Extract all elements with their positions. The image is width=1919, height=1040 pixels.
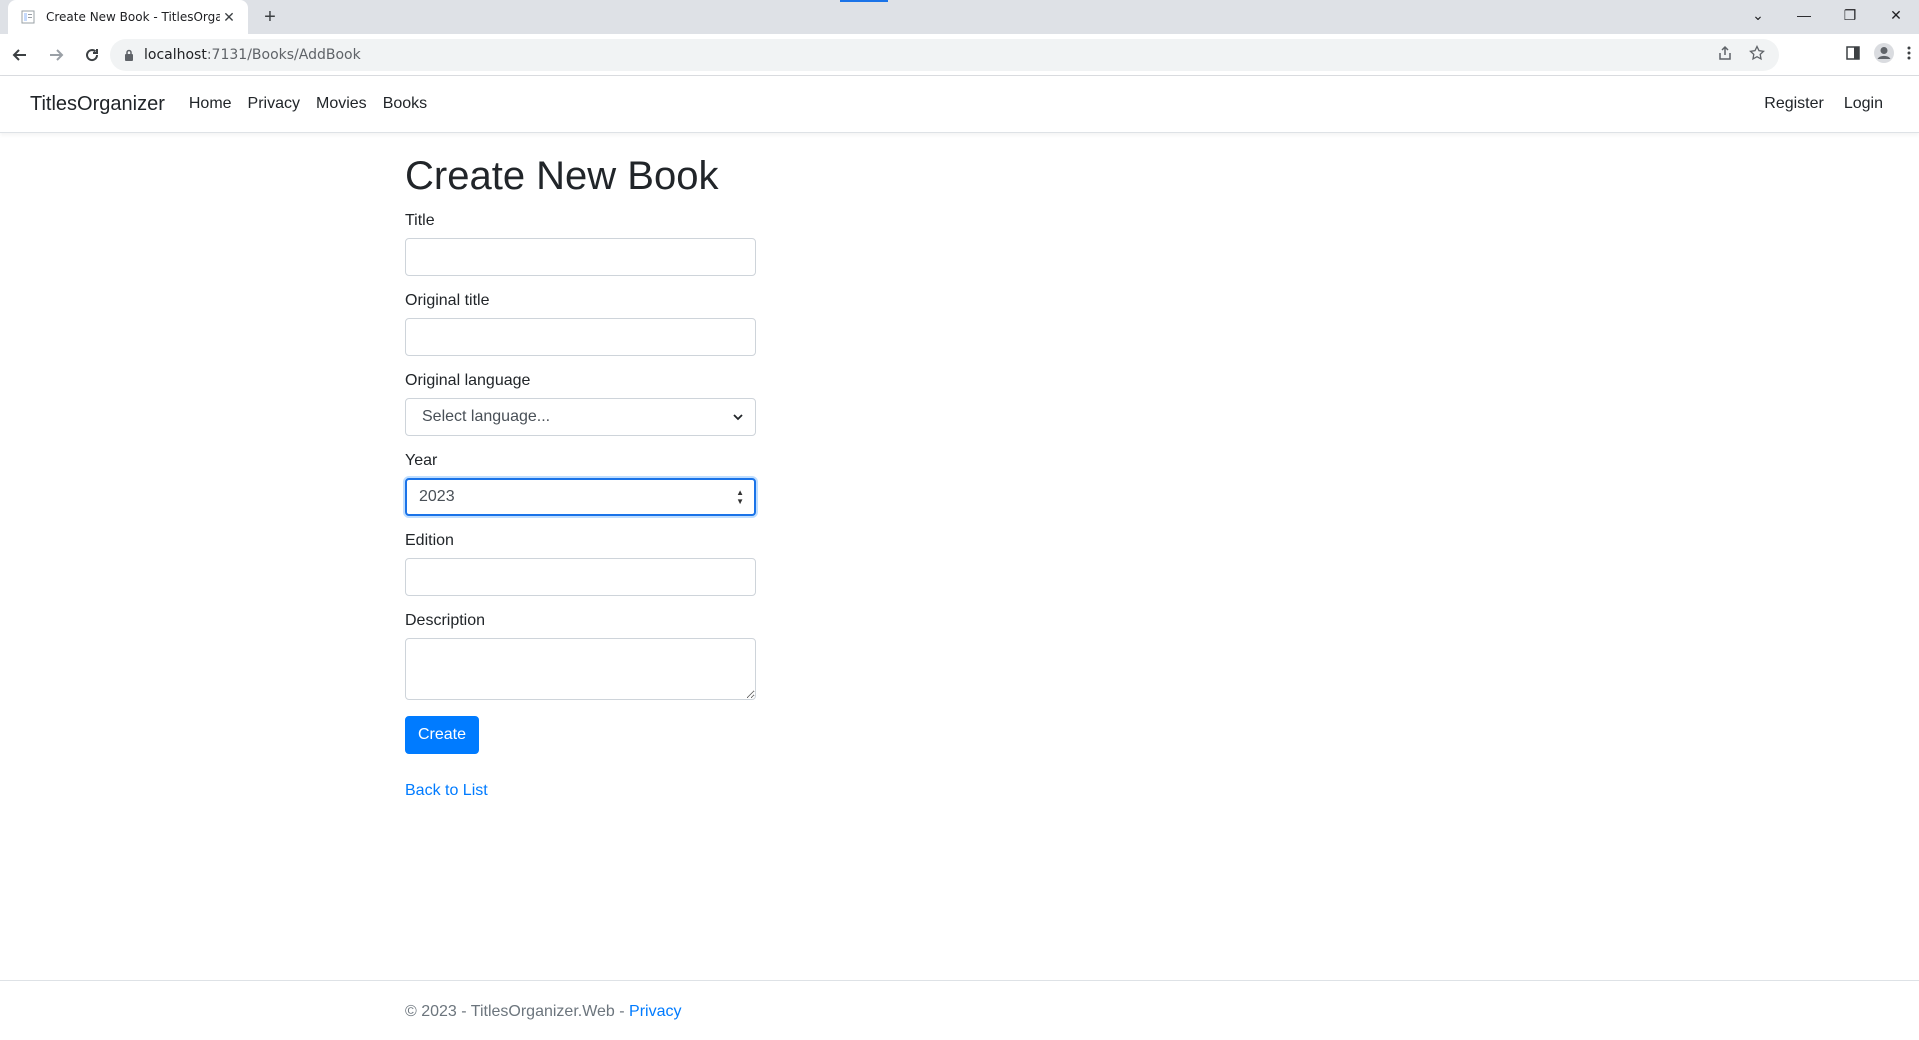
language-label: Original language (405, 372, 531, 389)
create-book-form: Create New Book Title Original title Ori… (405, 152, 757, 800)
nav-link-privacy[interactable]: Privacy (248, 95, 300, 113)
number-spinner-icon[interactable]: ▲ ▼ (736, 488, 744, 506)
brand-link[interactable]: TitlesOrganizer (30, 93, 165, 116)
original-title-group: Original title (405, 292, 757, 356)
url-host: localhost (144, 47, 207, 63)
forward-arrow-icon[interactable] (40, 39, 72, 71)
edition-label: Edition (405, 532, 454, 549)
minimize-icon[interactable]: — (1781, 0, 1827, 30)
window-controls: ⌄ — ❐ ✕ (1735, 0, 1919, 34)
restore-icon[interactable]: ❐ (1827, 0, 1873, 30)
footer: © 2023 - TitlesOrganizer.Web - Privacy (0, 980, 1919, 1040)
tab-strip-indicator (840, 0, 888, 2)
lock-icon (124, 49, 134, 61)
chevron-down-icon (733, 408, 743, 426)
side-panel-icon[interactable] (1845, 45, 1861, 66)
edition-group: Edition (405, 532, 757, 596)
more-vert-icon[interactable] (1907, 45, 1911, 66)
browser-toolbar-right (1845, 39, 1911, 71)
login-link[interactable]: Login (1844, 95, 1883, 113)
address-bar: localhost:7131/Books/AddBook (0, 34, 1919, 76)
original-title-label: Original title (405, 292, 490, 309)
nav-link-movies[interactable]: Movies (316, 95, 367, 113)
footer-copyright: © 2023 - TitlesOrganizer.Web - (405, 1003, 630, 1020)
tab-title: Create New Book - TitlesOrganizer (46, 10, 220, 24)
year-group: Year 2023 ▲ ▼ (405, 452, 757, 516)
footer-text: © 2023 - TitlesOrganizer.Web - Privacy (405, 1003, 681, 1021)
edition-input[interactable] (405, 558, 756, 596)
nav-link-home[interactable]: Home (189, 95, 232, 113)
share-icon[interactable] (1717, 45, 1733, 65)
language-select[interactable]: Select language... (405, 398, 756, 436)
title-group: Title (405, 212, 757, 276)
title-label: Title (405, 212, 435, 229)
title-input[interactable] (405, 238, 756, 276)
language-group: Original language Select language... (405, 372, 757, 436)
page-title: Create New Book (405, 154, 719, 198)
chevron-down-icon[interactable]: ⌄ (1735, 0, 1781, 30)
year-value: 2023 (419, 488, 455, 505)
original-title-input[interactable] (405, 318, 756, 356)
year-label: Year (405, 452, 438, 469)
browser-tab[interactable]: Create New Book - TitlesOrganizer ✕ (8, 0, 248, 34)
back-to-list-link[interactable]: Back to List (405, 782, 488, 800)
star-icon[interactable] (1749, 44, 1765, 65)
site-navbar: TitlesOrganizer Home Privacy Movies Book… (0, 76, 1919, 133)
close-icon[interactable]: ✕ (220, 8, 238, 26)
url-path: :7131/Books/AddBook (206, 47, 361, 63)
description-textarea[interactable] (405, 638, 756, 700)
reload-icon[interactable] (76, 39, 108, 71)
year-input[interactable]: 2023 ▲ ▼ (405, 478, 756, 516)
url-field[interactable]: localhost:7131/Books/AddBook (110, 39, 1779, 71)
browser-tab-bar: Create New Book - TitlesOrganizer ✕ + ⌄ … (0, 0, 1919, 34)
nav-links: Home Privacy Movies Books (189, 95, 427, 113)
plus-icon[interactable]: + (258, 5, 282, 29)
close-window-icon[interactable]: ✕ (1873, 0, 1919, 30)
page-icon (20, 9, 36, 25)
nav-link-books[interactable]: Books (383, 95, 427, 113)
back-arrow-icon[interactable] (4, 39, 36, 71)
description-group: Description (405, 612, 757, 700)
create-button[interactable]: Create (405, 716, 480, 754)
description-label: Description (405, 612, 486, 629)
footer-privacy-link[interactable]: Privacy (629, 1003, 681, 1020)
language-selected-value: Select language... (422, 408, 551, 425)
auth-links: Register Login (1764, 95, 1883, 113)
register-link[interactable]: Register (1764, 95, 1824, 113)
profile-avatar-icon[interactable] (1873, 42, 1895, 69)
